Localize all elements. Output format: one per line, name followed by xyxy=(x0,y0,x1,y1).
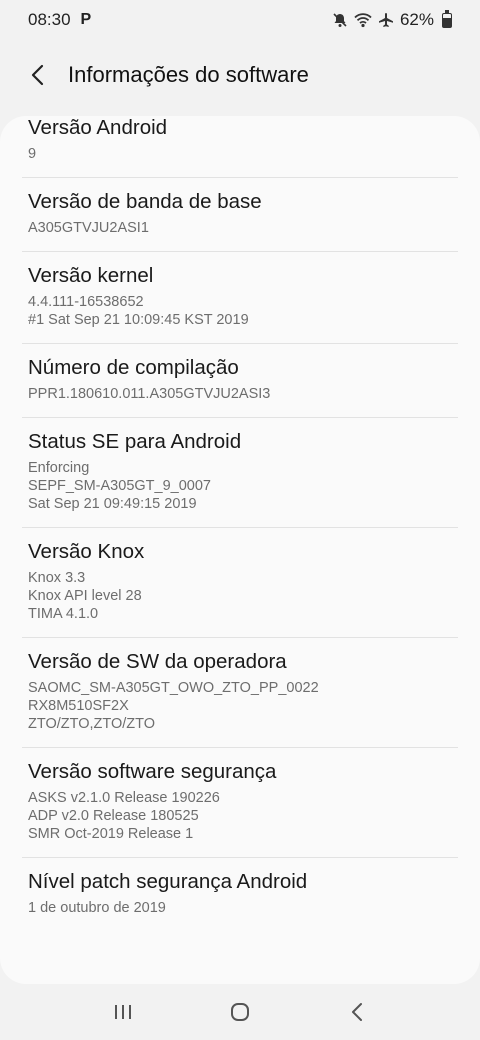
info-item-value: Sat Sep 21 09:49:15 2019 xyxy=(28,496,197,512)
wifi-icon xyxy=(354,12,372,28)
info-item[interactable]: Nível patch segurança Android 1 de outubr… xyxy=(22,858,458,931)
info-list: Versão Android 9 Versão de banda de base A3… xyxy=(0,116,480,931)
info-item-value: TIMA 4.1.0 xyxy=(28,606,99,622)
info-item-value: 1 de outubro de 2019 xyxy=(28,900,166,916)
recent-apps-icon xyxy=(114,1005,131,1019)
info-item-value: A305GTVJU2ASI1 xyxy=(28,220,149,236)
info-item[interactable]: Versão de banda de base A305GTVJU2ASI1 xyxy=(22,178,458,252)
info-item[interactable]: Versão Knox Knox 3.3 Knox API level 28 TIMA… xyxy=(22,528,458,638)
info-item-value: RX8M510SF2X xyxy=(28,698,129,714)
info-item[interactable]: Versão software segurança ASKS v2.1.0 Rel… xyxy=(22,748,458,858)
info-item-value: Enforcing xyxy=(28,460,90,476)
info-item-title: Versão Android xyxy=(28,116,168,139)
status-time: 08:30 xyxy=(28,10,71,29)
info-item-title: Versão de SW da operadora xyxy=(28,650,287,673)
info-item-title: Versão software segurança xyxy=(28,760,277,783)
info-item-value: SEPF_SM-A305GT_9_0007 xyxy=(28,478,211,494)
notification-p-icon: P xyxy=(80,11,92,28)
status-bar: 08:30 P 62% xyxy=(0,0,480,40)
info-item-value: ASKS v2.1.0 Release 190226 xyxy=(28,790,220,806)
home-icon xyxy=(230,1003,249,1021)
home-button[interactable] xyxy=(210,990,270,1034)
info-item-title: Status SE para Android xyxy=(28,430,242,453)
navigation-bar xyxy=(0,984,480,1040)
info-item-value: ZTO/ZTO,ZTO/ZTO xyxy=(28,716,156,732)
info-item-value: ADP v2.0 Release 180525 xyxy=(28,808,199,824)
info-item[interactable]: Versão de SW da operadora SAOMC_SM-A305GT… xyxy=(22,638,458,748)
info-item-value: Knox 3.3 xyxy=(28,570,86,586)
info-item-value: PPR1.180610.011.A305GTVJU2ASI3 xyxy=(28,386,271,402)
back-icon xyxy=(352,1003,363,1021)
info-item-value: 4.4.111-16538652 xyxy=(28,294,144,310)
info-item-title: Versão kernel xyxy=(28,264,154,287)
airplane-mode-icon xyxy=(378,12,394,28)
info-item[interactable]: Número de compilação PPR1.180610.011.A305… xyxy=(22,344,458,418)
info-item-title: Número de compilação xyxy=(28,356,239,379)
info-item-value: Knox API level 28 xyxy=(28,588,142,604)
info-item-title: Versão Knox xyxy=(28,540,145,563)
info-item[interactable]: Versão kernel 4.4.111-16538652 #1 Sat Sep … xyxy=(22,252,458,344)
software-info-card: Versão Android 9 Versão de banda de base A3… xyxy=(0,116,480,984)
info-item-value: 9 xyxy=(28,146,37,162)
nav-back-button[interactable] xyxy=(327,990,387,1034)
app-header: Informações do software xyxy=(0,40,480,110)
recent-apps-button[interactable] xyxy=(93,990,153,1034)
info-item[interactable]: Status SE para Android Enforcing SEPF_SM-A… xyxy=(22,418,458,528)
page-title: Informações do software xyxy=(68,62,309,87)
battery-percent: 62% xyxy=(399,10,434,29)
info-item[interactable]: Versão Android 9 xyxy=(22,116,458,178)
info-item-value: #1 Sat Sep 21 10:09:45 KST 2019 xyxy=(28,312,249,328)
info-item-value: SAOMC_SM-A305GT_OWO_ZTO_PP_0022 xyxy=(28,680,319,696)
back-button[interactable] xyxy=(8,45,68,105)
info-item-title: Nível patch segurança Android xyxy=(28,870,308,893)
info-item-title: Versão de banda de base xyxy=(28,190,262,213)
mute-icon xyxy=(332,12,348,28)
chevron-left-icon xyxy=(31,64,44,86)
info-item-value: SMR Oct-2019 Release 1 xyxy=(28,826,194,842)
battery-icon xyxy=(442,9,452,28)
